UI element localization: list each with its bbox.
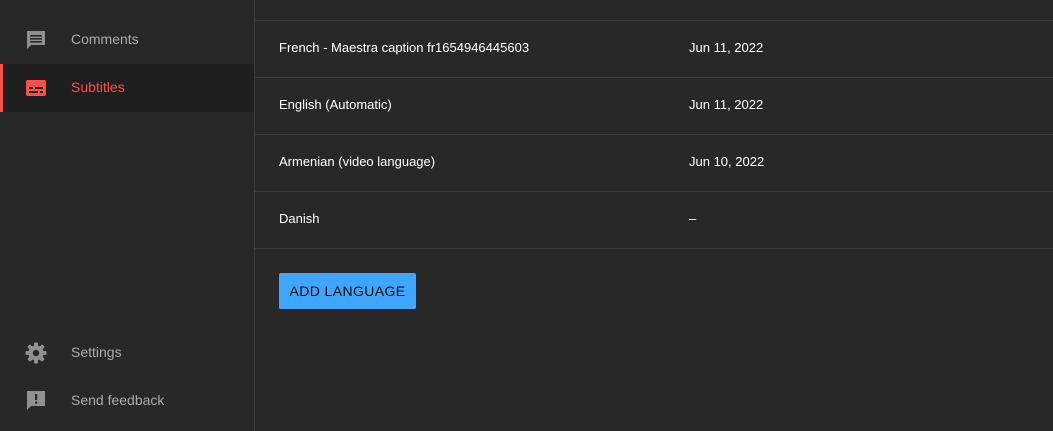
sidebar-item-settings[interactable]: Settings bbox=[0, 329, 254, 377]
sidebar-item-label: Subtitles bbox=[71, 79, 125, 95]
language-name: French - Maestra caption fr1654946445603 bbox=[279, 40, 530, 55]
sidebar: Comments Subtitles Settings Send feedbac… bbox=[0, 0, 255, 431]
modified-date: Jun 11, 2022 bbox=[689, 40, 764, 55]
divider bbox=[255, 248, 1053, 249]
modified-date: – bbox=[689, 211, 697, 226]
language-name: Danish bbox=[279, 211, 320, 226]
modified-date: Jun 11, 2022 bbox=[689, 97, 764, 112]
sidebar-item-comments[interactable]: Comments bbox=[0, 16, 254, 64]
language-name: English (Automatic) bbox=[279, 97, 392, 112]
table-row[interactable]: Danish – bbox=[255, 191, 1053, 248]
sidebar-item-subtitles[interactable]: Subtitles bbox=[0, 64, 254, 112]
modified-date: Jun 10, 2022 bbox=[689, 154, 765, 169]
table-row[interactable]: Armenian (video language) Jun 10, 2022 bbox=[255, 134, 1053, 191]
language-name: Armenian (video language) bbox=[279, 154, 436, 169]
gear-icon bbox=[24, 341, 48, 365]
feedback-icon bbox=[24, 389, 48, 413]
comment-icon bbox=[24, 28, 48, 52]
sidebar-item-label: Settings bbox=[71, 344, 122, 360]
sidebar-item-label: Comments bbox=[71, 31, 139, 47]
sidebar-item-send-feedback[interactable]: Send feedback bbox=[0, 377, 254, 425]
sidebar-item-label: Send feedback bbox=[71, 392, 165, 408]
subtitles-list: French - Maestra caption fr1654946445603… bbox=[255, 0, 1053, 431]
add-language-button[interactable]: ADD LANGUAGE bbox=[279, 273, 416, 309]
subtitles-icon bbox=[24, 76, 48, 100]
table-row[interactable]: English (Automatic) Jun 11, 2022 bbox=[255, 77, 1053, 134]
table-row[interactable]: French - Maestra caption fr1654946445603… bbox=[255, 20, 1053, 77]
